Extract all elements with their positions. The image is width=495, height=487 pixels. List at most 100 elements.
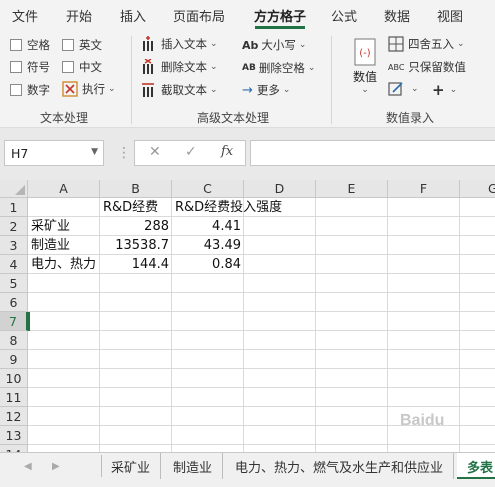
more-options-icon[interactable]: ⋮ — [117, 145, 131, 161]
row-header-2[interactable]: 2 — [0, 217, 28, 236]
round-button[interactable]: 四舍五入 ⌄ — [388, 36, 465, 52]
delete-spaces-button[interactable]: AB 删除空格 ⌄ — [242, 60, 315, 76]
checkbox-space[interactable]: 空格 — [10, 37, 50, 53]
checkbox-icon — [10, 39, 22, 51]
sheet-tab-mining[interactable]: 采矿业 — [101, 453, 162, 479]
checkbox-icon — [10, 84, 22, 96]
group-divider — [331, 36, 332, 124]
active-tab-indicator — [255, 26, 305, 29]
sheet-tab-utilities[interactable]: 电力、热力、燃气及水生产和供应业 — [225, 453, 455, 479]
name-box-value: H7 — [11, 146, 29, 161]
menu-tab-insert[interactable]: 插入 — [120, 6, 146, 25]
cell-b1[interactable]: R&D经费 — [101, 198, 171, 217]
chevron-down-icon: ⌄ — [210, 39, 218, 49]
confirm-icon[interactable]: ✓ — [185, 144, 197, 160]
gridline — [387, 198, 388, 452]
menu-tab-view[interactable]: 视图 — [437, 6, 463, 25]
cancel-icon[interactable]: ✕ — [149, 144, 161, 160]
gridline — [28, 406, 495, 407]
watermark-logo: Baidu — [400, 412, 445, 429]
column-header-e[interactable]: E — [316, 180, 388, 198]
row-header-12[interactable]: 12 — [0, 407, 28, 426]
row-header-10[interactable]: 10 — [0, 369, 28, 388]
row-header-4[interactable]: 4 — [0, 255, 28, 274]
row-header-8[interactable]: 8 — [0, 331, 28, 350]
insert-text-button[interactable]: 插入文本 ⌄ — [141, 36, 218, 52]
chevron-down-icon: ⌄ — [298, 40, 307, 50]
cell-a3[interactable]: 制造业 — [29, 236, 99, 255]
column-header-b[interactable]: B — [100, 180, 172, 198]
round-icon — [388, 36, 404, 52]
checkbox-chinese[interactable]: 中文 — [62, 59, 102, 75]
keep-numbers-button[interactable]: ABC 只保留数值 — [388, 59, 466, 75]
sheet-tab-multi[interactable]: 多表 — [457, 453, 495, 479]
checkbox-symbol[interactable]: 符号 — [10, 59, 50, 75]
checkbox-icon — [10, 61, 22, 73]
edit-dropdown-button[interactable]: ⌄ — [388, 81, 419, 97]
add-dropdown-button[interactable]: + ⌄ — [432, 81, 457, 99]
chevron-down-icon[interactable]: ▼ — [91, 147, 98, 157]
column-header-d[interactable]: D — [244, 180, 316, 198]
formula-input[interactable] — [250, 140, 495, 166]
delete-text-button[interactable]: 删除文本 ⌄ — [141, 58, 218, 75]
row-header-1[interactable]: 1 — [0, 198, 28, 217]
chevron-down-icon: ⌄ — [210, 85, 218, 95]
previous-sheet-icon[interactable]: ◀ — [24, 461, 32, 472]
cell-b3[interactable]: 13538.7 — [100, 236, 171, 255]
keep-numbers-label: 只保留数值 — [408, 60, 466, 74]
sheet-tab-manufacturing[interactable]: 制造业 — [163, 453, 224, 479]
checkbox-english[interactable]: 英文 — [62, 37, 102, 53]
chevron-down-icon: ⌄ — [282, 85, 291, 95]
next-sheet-icon[interactable]: ▶ — [52, 461, 60, 472]
row-header-5[interactable]: 5 — [0, 274, 28, 293]
formula-bar: H7 ▼ ⋮ ✕ ✓ fx — [0, 128, 495, 180]
cell-c1[interactable]: R&D经费投入强度 — [173, 198, 282, 217]
row-header-14[interactable]: 14 — [0, 445, 28, 452]
menu-tab-page-layout[interactable]: 页面布局 — [173, 6, 225, 25]
cell-a4[interactable]: 电力、热力 — [29, 255, 99, 274]
column-header-a[interactable]: A — [28, 180, 100, 198]
cell-b4[interactable]: 144.4 — [100, 255, 171, 274]
round-label: 四舍五入 — [408, 37, 454, 51]
gridline — [28, 349, 495, 350]
cell-c4[interactable]: 0.84 — [172, 255, 243, 274]
select-all-button[interactable] — [0, 180, 28, 198]
row-header-9[interactable]: 9 — [0, 350, 28, 369]
delete-spaces-icon: AB — [242, 63, 256, 73]
cut-text-button[interactable]: 截取文本 ⌄ — [141, 82, 218, 98]
menu-tab-fangfang[interactable]: 方方格子 — [254, 6, 306, 25]
plus-icon: + — [432, 81, 445, 99]
cell-b2[interactable]: 288 — [100, 217, 171, 236]
name-box[interactable]: H7 ▼ — [4, 140, 104, 166]
column-header-g[interactable]: G — [460, 180, 495, 198]
row-header-3[interactable]: 3 — [0, 236, 28, 255]
formula-buttons: ✕ ✓ fx — [134, 140, 246, 166]
more-button[interactable]: → 更多 ⌄ — [242, 82, 290, 98]
insert-function-icon[interactable]: fx — [221, 144, 233, 159]
menu-tab-formulas[interactable]: 公式 — [331, 6, 357, 25]
numeric-icon: (-) — [354, 38, 376, 66]
delete-text-label: 删除文本 — [161, 60, 207, 74]
cell-c2[interactable]: 4.41 — [172, 217, 243, 236]
numeric-button[interactable]: (-) 数值 ⌄ — [345, 37, 385, 95]
gridline — [28, 292, 495, 293]
gridline — [28, 444, 495, 445]
checkbox-number[interactable]: 数字 — [10, 82, 50, 98]
case-button[interactable]: Ab 大小写 ⌄ — [242, 37, 306, 53]
cell-c3[interactable]: 43.49 — [172, 236, 243, 255]
row-header-11[interactable]: 11 — [0, 388, 28, 407]
cell-a2[interactable]: 采矿业 — [29, 217, 99, 236]
execute-button[interactable]: 执行 ⌄ — [62, 81, 116, 97]
ribbon: 空格 英文 符号 中文 数字 执行 ⌄ 文本处理 插入文本 ⌄ 删除文本 ⌄ 截取文本… — [0, 30, 495, 128]
checkbox-label: 符号 — [27, 60, 50, 74]
menu-tab-home[interactable]: 开始 — [66, 6, 92, 25]
menu-tab-data[interactable]: 数据 — [384, 6, 410, 25]
row-header-6[interactable]: 6 — [0, 293, 28, 312]
delete-spaces-label: 删除空格 — [258, 61, 305, 75]
checkbox-label: 数字 — [27, 83, 50, 97]
row-header-7[interactable]: 7 — [0, 312, 28, 331]
column-header-f[interactable]: F — [388, 180, 460, 198]
row-header-13[interactable]: 13 — [0, 426, 28, 445]
menu-tab-file[interactable]: 文件 — [12, 6, 38, 25]
column-header-c[interactable]: C — [172, 180, 244, 198]
